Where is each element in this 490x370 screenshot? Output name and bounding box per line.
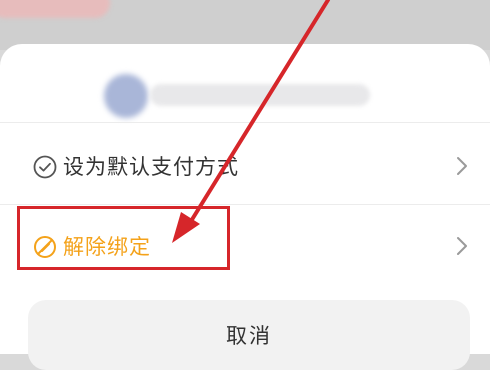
set-default-payment-label: 设为默认支付方式 [63,155,239,179]
divider [0,204,490,205]
annotation-highlight-box [17,206,230,270]
payment-card-header [0,44,490,124]
card-name-blurred [150,84,370,106]
set-default-payment-option[interactable]: 设为默认支付方式 [0,130,490,202]
cancel-button[interactable]: 取消 [28,300,470,370]
check-circle-icon [33,155,57,179]
dimmed-background [0,0,490,50]
bank-logo-icon [104,74,148,118]
blurred-background-element [0,0,110,18]
chevron-right-icon [457,157,467,175]
chevron-right-icon [457,237,467,255]
divider [0,122,490,123]
